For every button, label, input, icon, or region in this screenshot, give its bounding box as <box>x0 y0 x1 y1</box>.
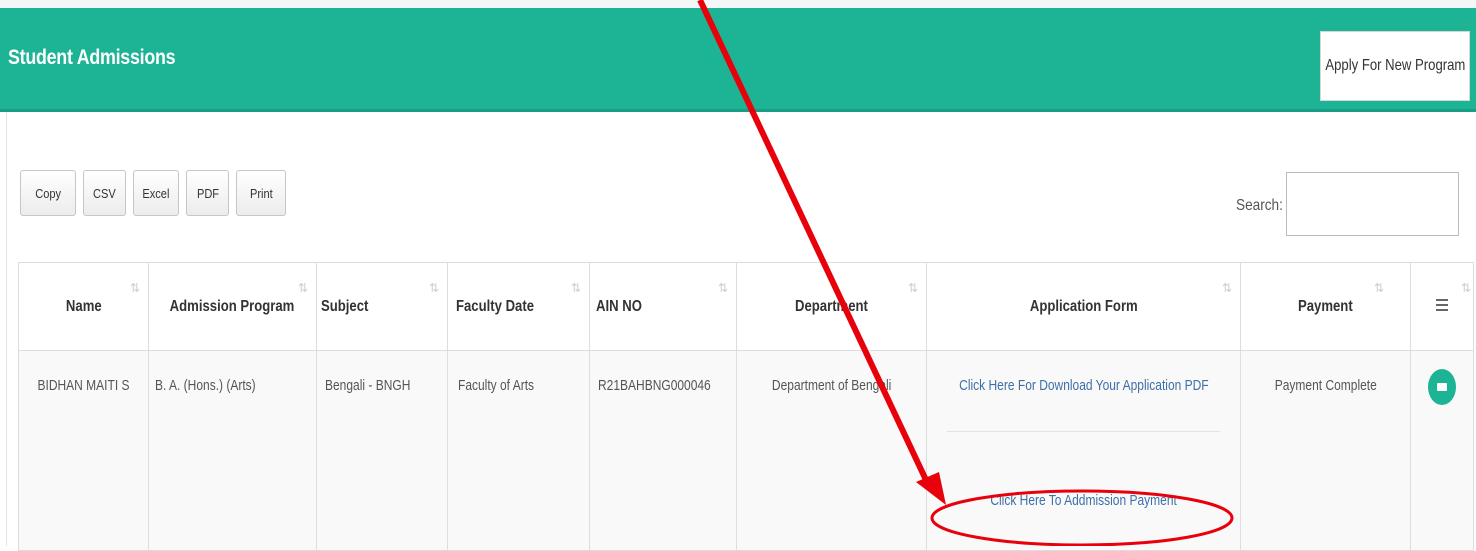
column-label: Subject <box>321 297 369 315</box>
column-label: Faculty Date <box>456 297 535 315</box>
department-value: Department of Bengali <box>771 377 892 394</box>
cell-subject: Bengali - BNGH <box>316 350 448 551</box>
download-application-label: Click Here For Download Your Application… <box>958 377 1209 394</box>
column-label: Name <box>65 297 102 315</box>
sort-icon: ⇅ <box>907 281 918 295</box>
sort-icon: ⇅ <box>1373 281 1384 295</box>
excel-button[interactable]: Excel <box>133 170 179 216</box>
cell-application-form: Click Here For Download Your Application… <box>926 350 1241 551</box>
column-label: Admission Program <box>170 297 295 315</box>
column-label: Payment <box>1298 297 1353 315</box>
cell-ain: R21BAHBNG000046 <box>589 350 737 551</box>
admissions-table: Name ⇅ Admission Program ⇅ Subject ⇅ Facult… <box>18 262 1474 551</box>
csv-label: CSV <box>93 185 116 201</box>
program-value: B. A. (Hons.) (Arts) <box>155 377 256 394</box>
copy-button[interactable]: Copy <box>20 170 76 216</box>
column-header-ain-no[interactable]: AIN NO ⇅ <box>589 262 737 351</box>
excel-label: Excel <box>142 185 170 201</box>
sort-icon: ⇅ <box>570 281 581 295</box>
cell-name: BIDHAN MAITI S <box>18 350 149 551</box>
column-header-application-form[interactable]: Application Form ⇅ <box>926 262 1241 351</box>
column-visibility-toggle[interactable]: ⇅ <box>1410 262 1474 351</box>
admission-payment-link[interactable]: Click Here To Addmission Payment <box>927 492 1240 509</box>
sort-icon: ⇅ <box>1221 281 1232 295</box>
column-header-name[interactable]: Name ⇅ <box>18 262 149 351</box>
sort-icon: ⇅ <box>129 281 140 295</box>
admissions-panel: Student Admissions Apply For New Program… <box>0 0 1476 551</box>
apply-new-program-button[interactable]: Apply For New Program <box>1320 31 1470 101</box>
csv-button[interactable]: CSV <box>83 170 126 216</box>
sort-icon: ⇅ <box>428 281 439 295</box>
print-button[interactable]: Print <box>236 170 286 216</box>
column-header-faculty-date[interactable]: Faculty Date ⇅ <box>447 262 590 351</box>
pdf-button[interactable]: PDF <box>186 170 229 216</box>
name-value: BIDHAN MAITI S <box>37 377 130 394</box>
cell-faculty: Faculty of Arts <box>447 350 590 551</box>
apply-new-program-label: Apply For New Program <box>1325 57 1465 74</box>
column-label: Application Form <box>1029 297 1138 315</box>
sort-icon: ⇅ <box>297 281 308 295</box>
page-title: Student Admissions <box>8 46 176 69</box>
column-header-payment[interactable]: Payment ⇅ <box>1240 262 1411 351</box>
faculty-value: Faculty of Arts <box>458 377 535 394</box>
column-label: Department <box>795 297 868 315</box>
sort-icon: ⇅ <box>717 281 728 295</box>
cell-program: B. A. (Hons.) (Arts) <box>148 350 317 551</box>
table-row: BIDHAN MAITI S B. A. (Hons.) (Arts) Beng… <box>18 350 1474 551</box>
copy-label: Copy <box>35 185 61 201</box>
payment-status: Payment Complete <box>1274 377 1377 394</box>
print-label: Print <box>249 185 273 201</box>
panel-header: Student Admissions Apply For New Program <box>0 8 1476 112</box>
column-header-subject[interactable]: Subject ⇅ <box>316 262 448 351</box>
cell-department: Department of Bengali <box>736 350 927 551</box>
top-strip <box>0 0 1476 8</box>
export-toolbar: Copy CSV Excel PDF Print <box>20 170 293 216</box>
subject-value: Bengali - BNGH <box>325 377 411 394</box>
sort-icon: ⇅ <box>1460 281 1471 295</box>
circle-action-icon[interactable] <box>1428 369 1456 405</box>
cell-action <box>1410 350 1474 551</box>
column-label: AIN NO <box>596 297 642 315</box>
download-application-link[interactable]: Click Here For Download Your Application… <box>927 377 1240 394</box>
pdf-label: PDF <box>196 185 219 201</box>
menu-icon <box>1436 298 1448 311</box>
search-label: Search: <box>1236 197 1283 214</box>
search-input[interactable] <box>1286 172 1459 236</box>
column-header-department[interactable]: Department ⇅ <box>736 262 927 351</box>
column-header-admission-program[interactable]: Admission Program ⇅ <box>148 262 317 351</box>
ain-value: R21BAHBNG000046 <box>598 377 711 394</box>
admission-payment-label: Click Here To Addmission Payment <box>990 492 1177 509</box>
table-header-row: Name ⇅ Admission Program ⇅ Subject ⇅ Facult… <box>18 262 1474 351</box>
cell-payment: Payment Complete <box>1240 350 1411 551</box>
